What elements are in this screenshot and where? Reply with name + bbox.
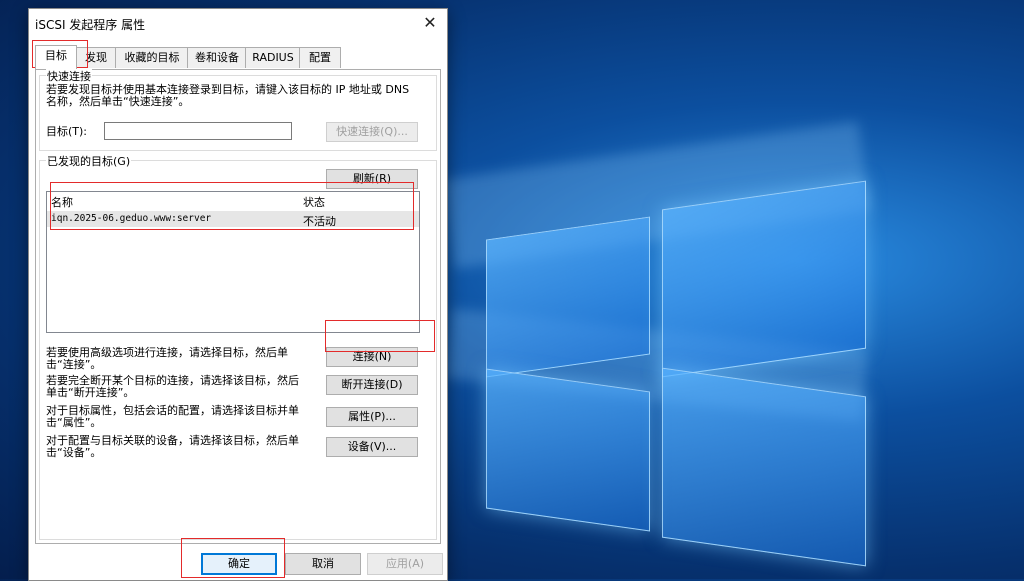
- ok-button[interactable]: 确定: [201, 553, 277, 575]
- tab-radius[interactable]: RADIUS: [245, 47, 301, 68]
- discovered-targets-group: 已发现的目标(G) 刷新(R) 名称 状态 iqn.2025-06.geduo.…: [39, 153, 437, 540]
- cancel-button[interactable]: 取消: [285, 553, 361, 575]
- target-status-cell: 不活动: [303, 215, 336, 228]
- quick-connect-button[interactable]: 快速连接(Q)...: [326, 122, 418, 142]
- properties-description: 对于目标属性，包括会话的配置，请选择该目标并单击“属性”。: [46, 404, 299, 429]
- targets-list-header: 名称 状态: [47, 192, 419, 210]
- discovered-targets-label: 已发现的目标(G): [46, 153, 132, 169]
- disconnect-description: 若要完全断开某个目标的连接，请选择该目标，然后单击“断开连接”。: [46, 374, 299, 399]
- targets-list[interactable]: 名称 状态 iqn.2025-06.geduo.www:server 不活动: [46, 191, 420, 333]
- disconnect-button[interactable]: 断开连接(D): [326, 375, 418, 395]
- dialog-title: iSCSI 发起程序 属性: [35, 18, 146, 32]
- devices-button[interactable]: 设备(V)...: [326, 437, 418, 457]
- target-name-cell: iqn.2025-06.geduo.www:server: [51, 213, 212, 224]
- quick-connect-group: 快速连接 若要发现目标并使用基本连接登录到目标，请键入该目标的 IP 地址或 D…: [39, 68, 437, 151]
- tab-targets[interactable]: 目标: [35, 45, 77, 69]
- column-status-header[interactable]: 状态: [303, 194, 325, 210]
- close-icon[interactable]: ✕: [417, 11, 443, 35]
- connect-button[interactable]: 连接(N): [326, 347, 418, 367]
- table-row[interactable]: iqn.2025-06.geduo.www:server 不活动: [47, 211, 419, 228]
- windows-logo-pane: [486, 216, 650, 377]
- windows-logo-pane: [662, 180, 866, 378]
- tab-content-targets: 快速连接 若要发现目标并使用基本连接登录到目标，请键入该目标的 IP 地址或 D…: [35, 68, 441, 544]
- tab-volumes-devices[interactable]: 卷和设备: [187, 47, 247, 68]
- tab-discovery[interactable]: 发现: [75, 47, 117, 68]
- iscsi-properties-dialog: iSCSI 发起程序 属性 ✕ 目标 发现 收藏的目标 卷和设备 RADIUS …: [28, 8, 448, 581]
- title-bar[interactable]: iSCSI 发起程序 属性 ✕: [29, 9, 447, 37]
- column-name-header[interactable]: 名称: [51, 194, 73, 210]
- windows-logo-pane: [662, 367, 866, 567]
- target-field-label: 目标(T):: [46, 125, 88, 138]
- apply-button[interactable]: 应用(A): [367, 553, 443, 575]
- properties-button[interactable]: 属性(P)...: [326, 407, 418, 427]
- devices-description: 对于配置与目标关联的设备，请选择该目标，然后单击“设备”。: [46, 434, 299, 459]
- refresh-button[interactable]: 刷新(R): [326, 169, 418, 189]
- quick-connect-description: 若要发现目标并使用基本连接登录到目标，请键入该目标的 IP 地址或 DNS 名称…: [46, 83, 410, 108]
- tab-favorite-targets[interactable]: 收藏的目标: [115, 47, 189, 68]
- windows-logo-pane: [486, 368, 650, 532]
- quick-connect-label: 快速连接: [46, 68, 92, 84]
- tab-configuration[interactable]: 配置: [299, 47, 341, 68]
- target-input[interactable]: [104, 122, 292, 140]
- connect-description: 若要使用高级选项进行连接，请选择目标，然后单击“连接”。: [46, 346, 288, 371]
